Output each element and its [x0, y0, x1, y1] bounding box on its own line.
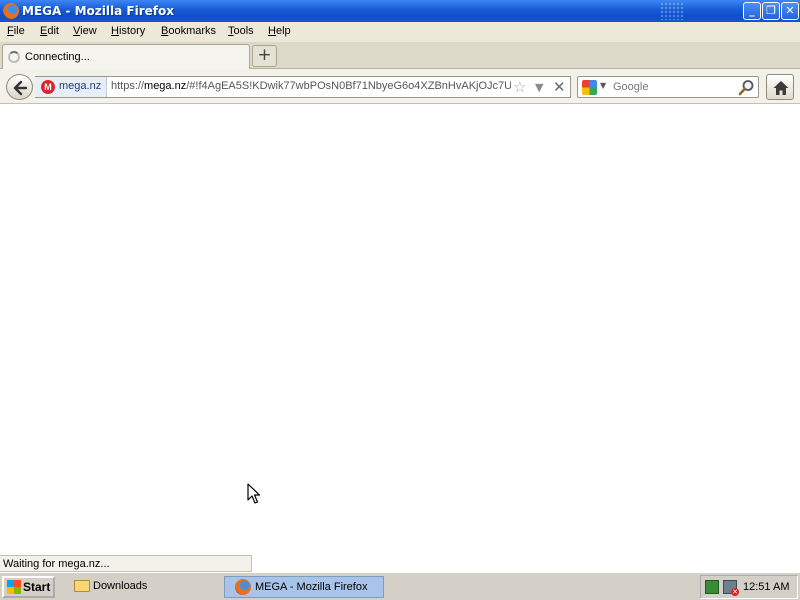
menu-history[interactable]: History [111, 25, 145, 37]
status-bar: Waiting for mega.nz... [0, 555, 252, 572]
home-icon [773, 81, 789, 95]
tab-strip: Connecting... + [0, 42, 800, 70]
search-input[interactable]: Google [613, 81, 648, 93]
firefox-icon [3, 3, 19, 19]
taskbar: Start Downloads MEGA - Mozilla Firefox ✕… [0, 572, 800, 600]
menu-view[interactable]: View [73, 25, 97, 37]
network-disconnected-icon[interactable]: ✕ [723, 580, 739, 596]
status-text: Waiting for mega.nz... [3, 558, 110, 570]
engine-dropdown-icon[interactable]: ▼ [600, 81, 606, 90]
safely-remove-hardware-icon[interactable] [705, 580, 719, 594]
page-content-area[interactable] [0, 105, 800, 572]
window-title: MEGA - Mozilla Firefox [22, 4, 174, 18]
loading-spinner-icon [8, 51, 20, 63]
maximize-button[interactable]: ❐ [762, 2, 780, 20]
google-engine-icon[interactable] [582, 80, 597, 95]
tab-label: Connecting... [25, 51, 90, 63]
back-arrow-icon [13, 80, 28, 96]
menu-help[interactable]: Help [268, 25, 291, 37]
menu-bar: File Edit View History Bookmarks Tools H… [0, 22, 800, 42]
stop-button[interactable]: ✕ [553, 78, 566, 96]
navigation-toolbar: M mega.nz https://mega.nz/#!f4AgEA5S!KDw… [0, 69, 800, 104]
titlebar-decoration [660, 2, 684, 20]
home-button[interactable] [766, 74, 794, 100]
star-icon[interactable]: ☆ [513, 78, 526, 96]
menu-edit[interactable]: Edit [40, 25, 59, 37]
clock[interactable]: 12:51 AM [743, 581, 789, 593]
system-tray: ✕ 12:51 AM [700, 575, 798, 599]
search-bar[interactable]: ▼ Google [577, 76, 759, 98]
url-dropdown-icon[interactable]: ▼ [535, 81, 543, 94]
mega-logo-icon: M [41, 80, 55, 94]
url-bar[interactable]: M mega.nz https://mega.nz/#!f4AgEA5S!KDw… [35, 76, 571, 98]
minimize-button[interactable]: _ [743, 2, 761, 20]
back-button[interactable] [6, 74, 33, 100]
window-titlebar[interactable]: MEGA - Mozilla Firefox _ ❐ ✕ [0, 0, 800, 22]
start-button[interactable]: Start [2, 576, 55, 598]
firefox-icon [235, 579, 251, 595]
menu-file[interactable]: File [7, 25, 25, 37]
menu-tools[interactable]: Tools [228, 25, 254, 37]
taskbar-item-firefox[interactable]: MEGA - Mozilla Firefox [224, 576, 384, 598]
url-input[interactable]: https://mega.nz/#!f4AgEA5S!KDwik77wbPOsN… [111, 80, 511, 92]
tab-mega[interactable]: Connecting... [2, 44, 250, 70]
site-identity-button[interactable]: M mega.nz [35, 77, 107, 97]
menu-bookmarks[interactable]: Bookmarks [161, 25, 216, 37]
mouse-cursor-icon [247, 483, 261, 504]
taskbar-item-downloads[interactable]: Downloads [70, 576, 220, 598]
magnifier-icon[interactable] [738, 79, 755, 96]
close-button[interactable]: ✕ [781, 2, 799, 20]
folder-icon [74, 580, 90, 592]
windows-logo-icon [7, 580, 21, 594]
site-identity-label: mega.nz [59, 80, 102, 92]
new-tab-button[interactable]: + [252, 45, 277, 67]
